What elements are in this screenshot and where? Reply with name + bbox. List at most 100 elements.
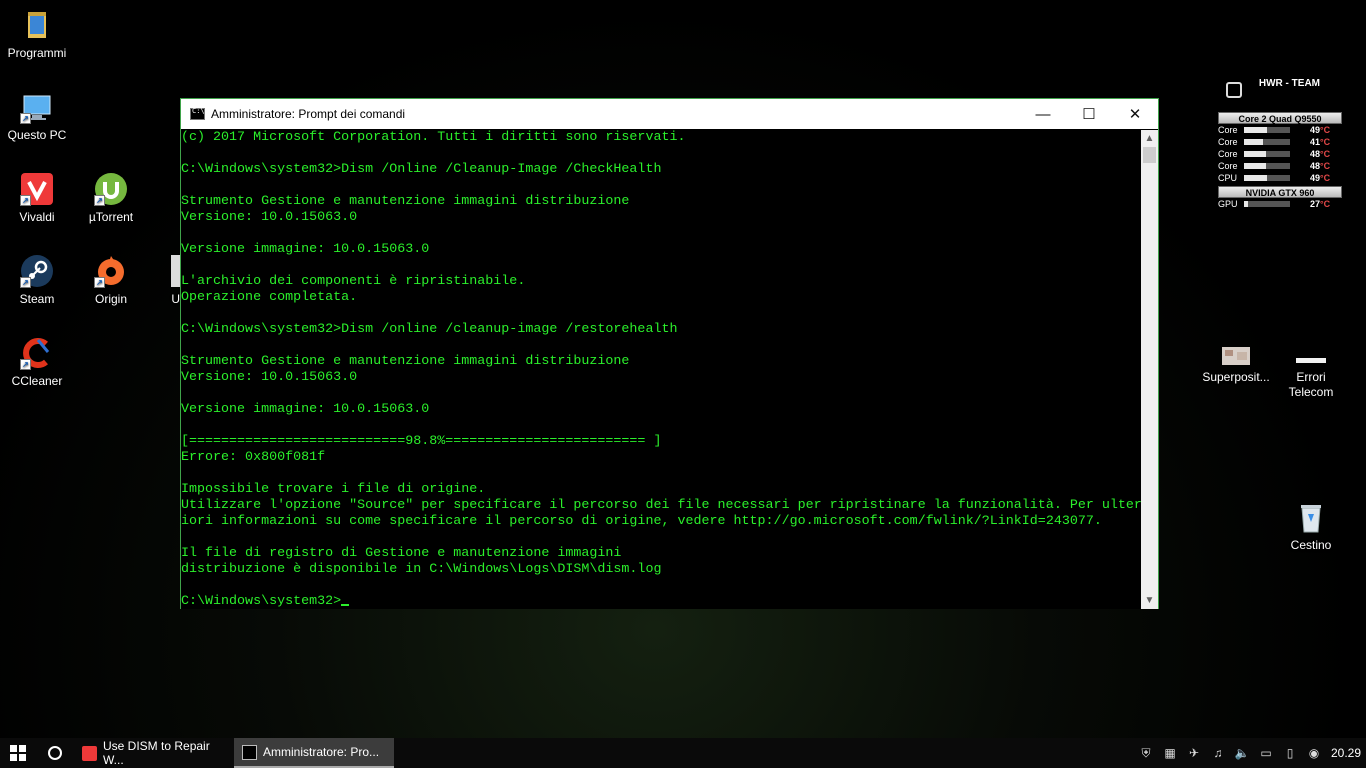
desktop-icon-label: Cestino [1290,538,1332,552]
system-tray: ⛨ ▦ ✈ ♫ 🔈 ▭ ▯ ◉ 20.29 [1134,738,1366,768]
desktop-icon-ccleaner[interactable]: ↗ CCleaner [0,336,74,389]
sensor-unit: °C [1320,149,1331,159]
console-line: Impossibile trovare i file di origine. [181,482,486,497]
console-line: Versione: 10.0.15063.0 [181,370,358,385]
sensor-row: CPU 49 °C [1218,172,1342,184]
desktop-icon-utorrent[interactable]: ↗ µTorrent [74,172,148,225]
shield-icon[interactable]: ⛨ [1134,746,1158,761]
console-line: Strumento Gestione e manutenzione immagi… [181,194,630,209]
sensor-label: Core [1218,125,1238,135]
sensor-bar [1244,139,1290,145]
sensor-bar-fill [1244,201,1248,207]
sensor-value: 41 [1309,137,1320,147]
taskbar-app-label: Amministratore: Pro... [263,745,380,759]
console-line: C:\Windows\system32> [181,594,342,609]
window-title: Amministratore: Prompt dei comandi [211,107,406,121]
recycle-bin-icon [1294,500,1328,534]
sensor-bar-fill [1244,175,1267,181]
vivaldi-icon [82,745,97,761]
desktop-icon-errori-telecom[interactable]: Errori Telecom [1274,344,1348,400]
vertical-scrollbar[interactable]: ▲ ▼ [1141,130,1158,609]
taskbar-app-cmd[interactable]: Amministratore: Pro... [234,738,394,768]
volume-icon[interactable]: 🔈 [1230,746,1254,760]
console-line: C:\Windows\system32>Dism /Online /Cleanu… [181,162,662,177]
desktop-icon-origin[interactable]: ↗ Origin [74,254,148,307]
sensor-value: 49 [1309,173,1320,183]
document-icon [1294,344,1328,378]
desktop-icon-questo-pc[interactable]: ↗ Questo PC [0,90,74,143]
sensor-row: Core 41 °C [1218,136,1342,148]
desktop-icon-vivaldi[interactable]: ↗ Vivaldi [0,172,74,225]
scroll-up-arrow-icon[interactable]: ▲ [1141,130,1158,147]
sensor-unit: °C [1320,173,1331,183]
superposition-icon [1219,344,1253,378]
command-prompt-window[interactable]: Amministratore: Prompt dei comandi — ☐ ✕… [180,98,1159,609]
origin-icon: ↗ [94,254,128,288]
app-icon [170,254,180,288]
cortana-circle-icon [48,746,62,760]
desktop-icon-programmi[interactable]: Programmi [0,8,74,61]
desktop-icon-label: Programmi [7,46,67,60]
sensor-label: CPU [1218,173,1238,183]
gpu-rows: GPU 27 °C [1218,198,1342,210]
minimize-button[interactable]: — [1020,99,1066,129]
sensor-bar-fill [1244,139,1263,145]
windows-logo-icon [10,745,26,761]
network-icon[interactable]: ▭ [1254,746,1278,760]
browser-icon[interactable]: ◉ [1302,746,1326,760]
cmd-icon [242,744,257,760]
console-line: L'archivio dei componenti è ripristinabi… [181,274,526,289]
sensor-row: Core 49 °C [1218,124,1342,136]
console-line: Errore: 0x800f081f [181,450,326,465]
sensor-row: GPU 27 °C [1218,198,1342,210]
shortcut-arrow-icon: ↗ [94,277,105,288]
sensor-row: Core 48 °C [1218,160,1342,172]
cpu-rows: Core 49 °C Core 41 °C Core 48 °C Core 48 °C CPU 49 °C [1218,124,1342,184]
desktop-icon-superposition[interactable]: Superposit... [1199,344,1273,385]
sensor-bar [1244,175,1290,181]
clock[interactable]: 20.29 [1326,746,1366,760]
hardware-monitor-icon[interactable]: ▦ [1158,746,1182,760]
airplane-icon[interactable]: ✈ [1182,746,1206,760]
vivaldi-icon: ↗ [20,172,54,206]
taskbar-app-label: Use DISM to Repair W... [103,739,210,767]
scrollbar-thumb[interactable] [1143,147,1156,163]
sensor-value: 27 [1309,199,1320,209]
sensor-label: Core [1218,161,1238,171]
sensor-bar-fill [1244,151,1267,157]
hardware-monitor-gadget[interactable]: HWR - TEAM Core 2 Quad Q9550 Core 49 °C Cor… [1218,78,1342,210]
battery-icon[interactable]: ▯ [1278,746,1302,760]
utorrent-icon: ↗ [94,172,128,206]
music-icon[interactable]: ♫ [1206,746,1230,760]
scroll-down-arrow-icon[interactable]: ▼ [1141,592,1158,609]
sensor-bar [1244,163,1290,169]
console-line: Utilizzare l'opzione "Source" per specif… [181,498,1142,513]
desktop-icon-partial[interactable]: U [148,254,180,307]
sensor-value: 48 [1309,161,1320,171]
desktop-icon-steam[interactable]: ↗ Steam [0,254,74,307]
shortcut-arrow-icon: ↗ [20,277,31,288]
start-button[interactable] [0,738,36,768]
hwr-logo-icon [1226,82,1242,98]
console-output[interactable]: (c) 2017 Microsoft Corporation. Tutti i … [181,130,1142,609]
folder-icon [20,8,54,42]
sensor-value: 48 [1309,149,1320,159]
maximize-button[interactable]: ☐ [1066,99,1112,129]
console-text: (c) 2017 Microsoft Corporation. Tutti i … [181,130,1142,609]
taskbar-app-vivaldi[interactable]: Use DISM to Repair W... [74,738,234,768]
console-line: Operazione completata. [181,290,358,305]
desktop-icon-cestino[interactable]: Cestino [1274,500,1348,553]
cpu-header: Core 2 Quad Q9550 [1218,112,1342,124]
desktop-icon-label: Steam [19,292,55,306]
sensor-unit: °C [1320,199,1331,209]
gpu-header: NVIDIA GTX 960 [1218,186,1342,198]
desktop-icon-label: CCleaner [11,374,63,388]
sensor-unit: °C [1320,137,1331,147]
sensor-bar [1244,127,1290,133]
cortana-button[interactable] [36,738,74,768]
shortcut-arrow-icon: ↗ [20,359,31,370]
computer-icon: ↗ [20,90,54,124]
window-titlebar[interactable]: Amministratore: Prompt dei comandi — ☐ ✕ [181,99,1158,129]
desktop-icon-label: µTorrent [88,210,134,224]
close-button[interactable]: ✕ [1112,99,1158,129]
